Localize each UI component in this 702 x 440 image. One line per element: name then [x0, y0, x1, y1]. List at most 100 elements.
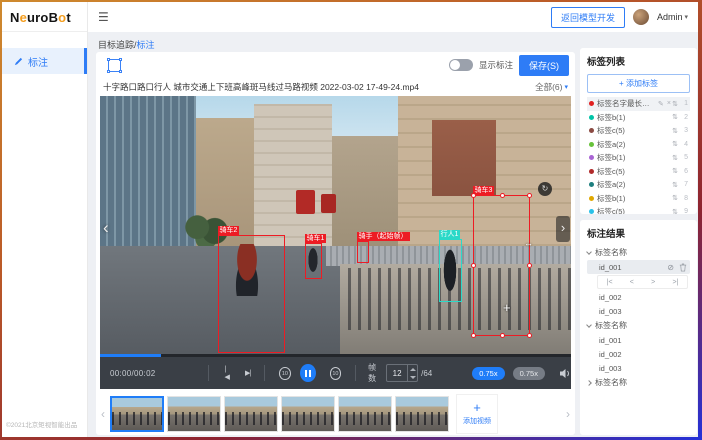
hide-icon[interactable]: ⊘ — [667, 263, 674, 272]
avatar[interactable] — [633, 9, 649, 25]
pause-button[interactable] — [300, 364, 316, 382]
prev-frame-button[interactable]: |◀ — [224, 366, 229, 381]
bbox-cyclist-3-selected[interactable]: 骑车3 — [473, 195, 530, 336]
result-item[interactable]: id_003 — [587, 304, 690, 318]
show-annotations-toggle[interactable] — [449, 59, 473, 71]
next-frame-button[interactable]: ▶| — [245, 369, 250, 377]
video-thumbnail[interactable] — [338, 396, 392, 432]
pager-last-icon[interactable]: >| — [670, 279, 680, 286]
breadcrumb-current: 标注 — [137, 40, 155, 50]
playback-controls: 00:00/00:02 |◀ ▶| 10 10 帧数 /64 0.75x 0.7… — [100, 357, 571, 389]
chevron-right-icon — [586, 380, 592, 386]
sort-icon[interactable]: ⇅ — [672, 181, 678, 189]
filter-dropdown[interactable]: 全部(6)▾ — [535, 81, 568, 93]
resize-handle[interactable] — [500, 333, 505, 338]
sort-icon[interactable]: ⇅ — [672, 194, 678, 202]
video-thumbnail[interactable] — [167, 396, 221, 432]
pager-first-icon[interactable]: |< — [605, 279, 615, 286]
trash-icon[interactable] — [679, 263, 687, 272]
sort-icon[interactable]: ⇅ — [672, 167, 678, 175]
sort-icon[interactable]: ⇅ — [672, 140, 678, 148]
result-item[interactable]: id_001 ⊘ — [587, 260, 690, 274]
label-row[interactable]: 标签b(1) ⇅ 8 — [587, 192, 690, 206]
chevron-down-icon: ▾ — [684, 13, 688, 21]
label-row[interactable]: 标签名字最长数... ✎ × ⇅ 1 — [587, 97, 690, 111]
back-to-model-dev-button[interactable]: 返回模型开发 — [551, 7, 625, 28]
rect-select-tool-icon[interactable] — [108, 59, 121, 72]
filmstrip-left-chevron[interactable]: ‹ — [96, 407, 110, 421]
rotate-icon[interactable]: ↻ — [538, 182, 552, 196]
bbox-cyclist-2[interactable]: 骑车2 — [218, 235, 285, 353]
label-row[interactable]: 标签b(1) ⇅ 2 — [587, 111, 690, 125]
result-item[interactable]: id_002 — [587, 347, 690, 361]
frame-number-input[interactable] — [387, 365, 407, 381]
video-thumbnail[interactable] — [395, 396, 449, 432]
user-menu[interactable]: Admin▾ — [657, 12, 688, 22]
sort-icon[interactable]: ⇅ — [672, 208, 678, 214]
label-row[interactable]: 标签c(5) ⇅ 6 — [587, 165, 690, 179]
resize-handle[interactable] — [527, 263, 532, 268]
video-thumbnail[interactable] — [110, 396, 164, 432]
sort-icon[interactable]: ⇅ — [672, 127, 678, 135]
result-item[interactable]: id_003 — [587, 361, 690, 375]
logo-text: t — [66, 10, 71, 25]
edit-icon[interactable]: ✎ — [658, 100, 664, 108]
forward-10-icon[interactable]: 10 — [330, 367, 342, 380]
bbox-rider-start-frame[interactable]: 骑手（起始帧） — [357, 241, 369, 263]
label-index: 4 — [680, 141, 688, 148]
save-button[interactable]: 保存(S) — [519, 55, 569, 76]
result-item[interactable]: id_002 — [587, 290, 690, 304]
bbox-cyclist-1[interactable]: 骑车1 — [305, 243, 322, 279]
content-area: 目标追踪/标注 显示标注 保存(S) 十字路口路口行人 城市交通上下班高峰斑马线… — [88, 32, 698, 437]
prev-frame-chevron[interactable]: ‹ — [103, 218, 109, 238]
stepper-up-icon[interactable] — [408, 365, 417, 373]
sort-icon[interactable]: ⇅ — [672, 154, 678, 162]
frames-label: 帧数 — [368, 362, 382, 384]
result-group-header[interactable]: 标签名称 — [587, 318, 690, 333]
collapse-menu-icon[interactable]: ☰ — [98, 10, 109, 24]
resize-handle[interactable] — [527, 333, 532, 338]
sidebar-item-annotate[interactable]: 标注 — [2, 48, 87, 74]
result-item[interactable]: id_001 — [587, 333, 690, 347]
add-video-button[interactable]: + 添加视频 — [456, 394, 498, 434]
sort-icon[interactable]: ⇅ — [672, 113, 678, 121]
add-label-button[interactable]: + 添加标签 — [587, 74, 690, 93]
resize-handle[interactable] — [471, 193, 476, 198]
rewind-10-icon[interactable]: 10 — [279, 367, 291, 380]
pager-prev-icon[interactable]: < — [628, 279, 636, 286]
scene-building — [432, 120, 496, 196]
speed-pill-muted[interactable]: 0.75x — [513, 367, 545, 380]
label-row[interactable]: 标签c(5) ⇅ 3 — [587, 124, 690, 138]
close-icon[interactable]: × — [667, 100, 671, 107]
resize-handle[interactable] — [500, 193, 505, 198]
sidebar-item-label: 标注 — [28, 54, 48, 69]
result-id: id_002 — [599, 350, 622, 359]
label-row[interactable]: 标签c(5) ⇅ 9 — [587, 205, 690, 214]
next-frame-chevron[interactable]: › — [556, 216, 570, 242]
sort-icon[interactable]: ⇅ — [672, 100, 678, 108]
label-row[interactable]: 标签a(2) ⇅ 7 — [587, 178, 690, 192]
result-group-header[interactable]: 标签名称 — [587, 245, 690, 260]
resize-handle[interactable] — [527, 193, 532, 198]
result-id: id_003 — [599, 364, 622, 373]
bbox-label: 骑车2 — [218, 226, 240, 235]
label-index: 3 — [680, 127, 688, 134]
stepper-down-icon[interactable] — [408, 373, 417, 381]
label-color-dot — [589, 196, 594, 201]
label-row[interactable]: 标签a(2) ⇅ 4 — [587, 138, 690, 152]
filmstrip-right-chevron[interactable]: › — [561, 407, 575, 421]
label-row[interactable]: 标签b(1) ⇅ 5 — [587, 151, 690, 165]
volume-icon[interactable] — [559, 368, 571, 379]
breadcrumb-parent[interactable]: 目标追踪 — [98, 40, 134, 50]
pager-next-icon[interactable]: > — [649, 279, 657, 286]
video-frame[interactable]: 骑车2 骑车1 骑手（起始帧） 行人1 骑车3 — [100, 96, 571, 357]
video-thumbnail[interactable] — [281, 396, 335, 432]
bbox-pedestrian-1[interactable]: 行人1 — [439, 239, 462, 302]
label-color-dot — [589, 101, 594, 106]
resize-handle[interactable] — [471, 263, 476, 268]
label-name: 标签a(2) — [597, 179, 625, 190]
speed-pill-active[interactable]: 0.75x — [472, 367, 504, 380]
result-group-header[interactable]: 标签名称 — [587, 375, 690, 390]
resize-handle[interactable] — [471, 333, 476, 338]
video-thumbnail[interactable] — [224, 396, 278, 432]
